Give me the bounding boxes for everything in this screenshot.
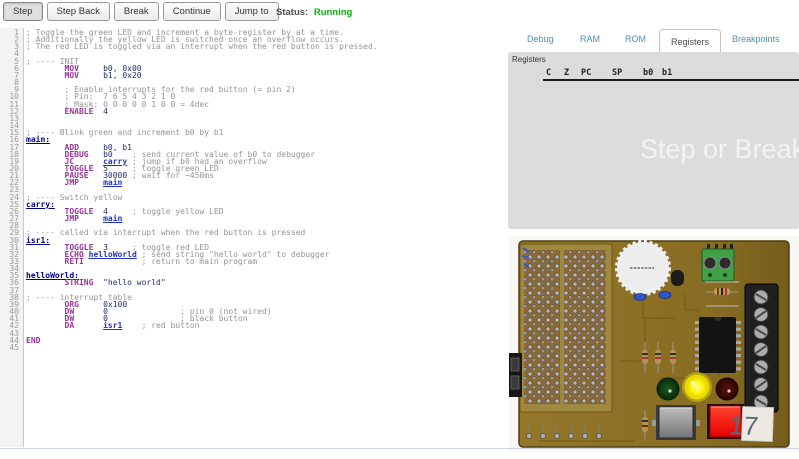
label-sticker: 17: [728, 406, 774, 442]
break-button[interactable]: Break: [114, 2, 159, 21]
step-button[interactable]: Step: [3, 2, 43, 21]
code-line: 42 DA isr1 ; red button: [0, 322, 378, 329]
toolbar: StepStep BackBreakContinueJump to Status…: [0, 0, 799, 26]
code-line: 15; ---- Blink green and increment b0 by…: [0, 129, 378, 136]
code-line: 3; The red LED is toggled via an interru…: [0, 43, 378, 50]
line-number: 5: [0, 58, 23, 65]
code-line: 29; ---- called via interrupt when the r…: [0, 229, 378, 236]
line-number: 1: [0, 29, 23, 36]
code-line: 44END: [0, 337, 378, 344]
board-photo: 17: [509, 236, 799, 452]
register-column-z: Z: [564, 68, 569, 78]
toolbar-buttons: StepStep BackBreakContinueJump to: [3, 2, 279, 21]
yellow-led: [682, 372, 712, 402]
status: Status: Running: [276, 7, 352, 18]
code-line: 43: [0, 330, 378, 337]
oscillator-disc: [617, 242, 669, 294]
code-lines: 1; Toggle the green LED and increment a …: [0, 29, 378, 351]
line-number: 6: [0, 65, 23, 72]
sticker-number: 17: [728, 410, 760, 441]
code-line: 22 JMP main: [0, 179, 378, 186]
registers-header-rule: [543, 79, 799, 81]
tab-breakpoints[interactable]: Breakpoints: [732, 34, 780, 44]
register-column-sp: SP: [612, 68, 622, 78]
registers-panel-title: Registers: [512, 55, 546, 64]
code-line: 36 STRING "hello world": [0, 279, 378, 286]
registers-panel: Registers C Z PC SP b0 b1 Step or Break t: [508, 52, 799, 229]
tab-bar: Debug RAM ROM Registers Breakpoints: [508, 28, 799, 53]
green-led: [657, 378, 679, 400]
line-number: 45: [0, 344, 23, 351]
register-column-b1: b1: [662, 68, 672, 78]
status-label: Status:: [276, 7, 308, 18]
code-line: 12 ENABLE 4: [0, 108, 378, 115]
tab-registers[interactable]: Registers: [659, 29, 721, 53]
line-number: 4: [0, 50, 23, 57]
line-number: 8: [0, 79, 23, 86]
code-line: 7 MOV b1, 0x20: [0, 72, 378, 79]
line-number: 7: [0, 72, 23, 79]
code-line: 27 JMP main: [0, 215, 378, 222]
tab-ram[interactable]: RAM: [580, 34, 600, 44]
register-column-b0: b0: [643, 68, 653, 78]
register-column-pc: PC: [581, 68, 591, 78]
red-led: [716, 378, 738, 400]
line-number: 2: [0, 36, 23, 43]
jump-to-button[interactable]: Jump to: [225, 2, 279, 21]
code-line: 13: [0, 115, 378, 122]
bottom-divider: [0, 448, 799, 449]
line-number: 3: [0, 43, 23, 50]
green-terminal-block: [702, 244, 734, 281]
continue-button[interactable]: Continue: [163, 2, 221, 21]
step-back-button[interactable]: Step Back: [47, 2, 110, 21]
screw-terminal: [745, 284, 778, 412]
tab-rom[interactable]: ROM: [625, 34, 646, 44]
sub-board: [520, 244, 612, 412]
gray-push-button[interactable]: [652, 405, 700, 440]
simulator-app: StepStep BackBreakContinueJump to Status…: [0, 0, 799, 459]
usb-connector: [509, 353, 522, 397]
register-column-c: C: [546, 68, 551, 78]
code-line: 45: [0, 344, 378, 351]
tab-debug[interactable]: Debug: [527, 34, 554, 44]
code-line: 24; ---- Switch yellow: [0, 194, 378, 201]
dip-ic: [695, 317, 741, 373]
code-line: 33 RETI ; return to main program: [0, 258, 378, 265]
status-value: Running: [314, 7, 353, 18]
watermark-text: Step or Break t: [640, 134, 799, 165]
code-editor[interactable]: 1; Toggle the green LED and increment a …: [0, 28, 500, 447]
transistor: [671, 270, 684, 286]
